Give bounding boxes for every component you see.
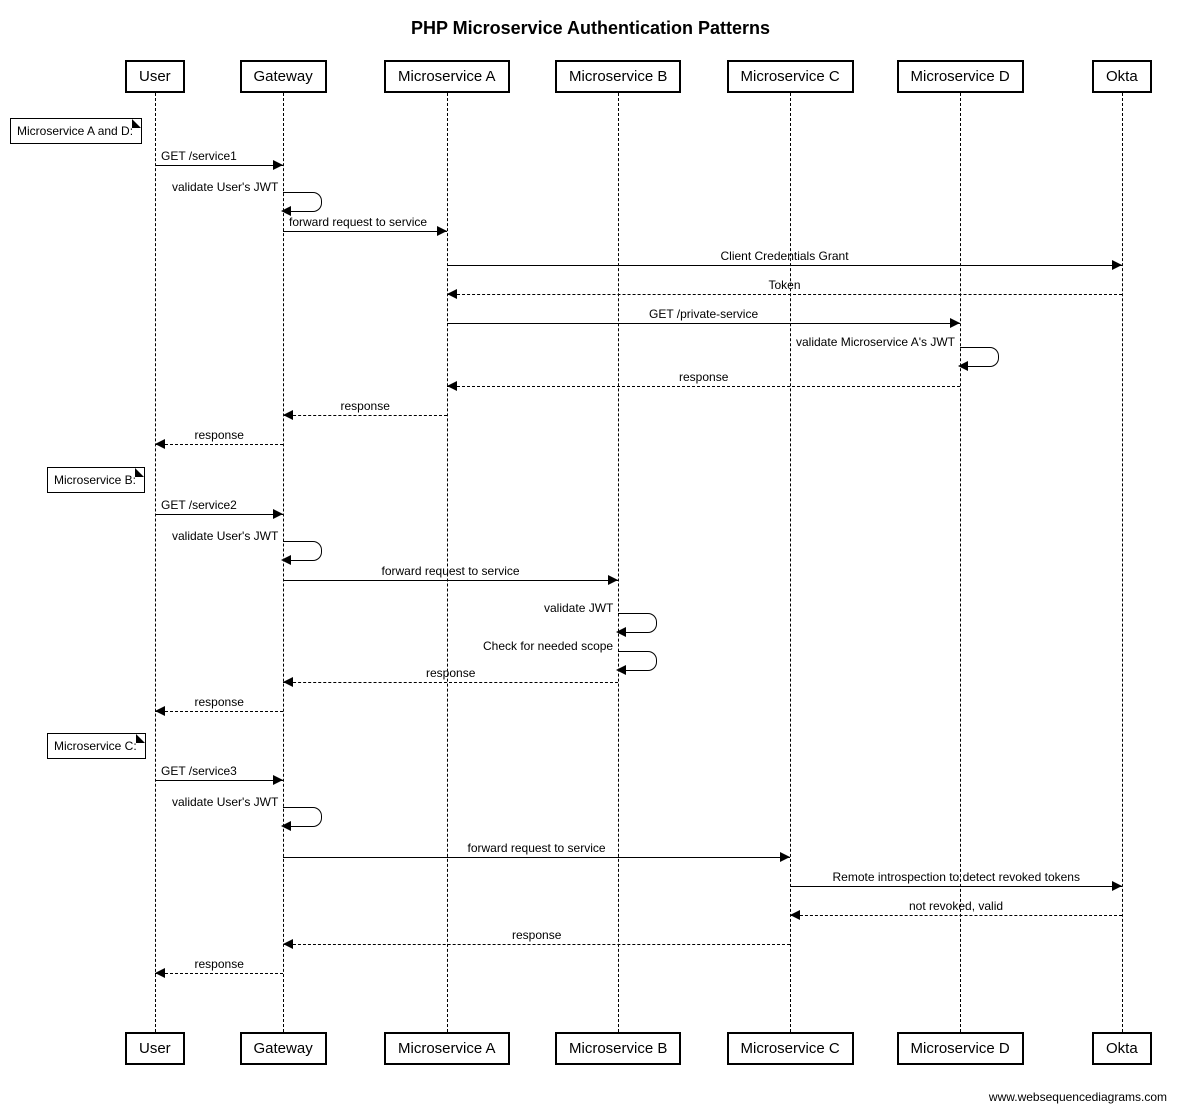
- m20: [283, 857, 790, 858]
- m3: [283, 231, 447, 232]
- diagram-title: PHP Microservice Authentication Patterns: [0, 18, 1181, 39]
- m13: [283, 580, 618, 581]
- actor-msc: Microservice C: [727, 1032, 854, 1065]
- actor-msb: Microservice B: [555, 1032, 681, 1065]
- sequence-diagram: PHP Microservice Authentication Patterns…: [0, 0, 1181, 1114]
- actor-msd: Microservice D: [897, 60, 1024, 93]
- m1-label: GET /service1: [161, 149, 237, 163]
- m20-arrowhead: [780, 852, 790, 862]
- m23-label: response: [512, 928, 561, 942]
- actor-gateway: Gateway: [240, 60, 327, 93]
- lifeline-msd: [960, 93, 961, 1032]
- lifeline-user: [155, 93, 156, 1032]
- m22-label: not revoked, valid: [909, 899, 1003, 913]
- m17-arrowhead: [155, 706, 165, 716]
- m1-arrowhead: [273, 160, 283, 170]
- note_ad: Microservice A and D:: [10, 118, 142, 144]
- m12: [283, 541, 322, 561]
- m21-arrowhead: [1112, 881, 1122, 891]
- m9-label: response: [341, 399, 390, 413]
- m3-arrowhead: [437, 226, 447, 236]
- actor-user: User: [125, 1032, 185, 1065]
- m16: [283, 682, 618, 683]
- m8-arrowhead: [447, 381, 457, 391]
- m6-label: GET /private-service: [649, 307, 758, 321]
- m24: [155, 973, 283, 974]
- m10-label: response: [195, 428, 244, 442]
- actor-gateway: Gateway: [240, 1032, 327, 1065]
- m12-label: validate User's JWT: [172, 529, 278, 543]
- m14-label: validate JWT: [544, 601, 613, 615]
- m15: [618, 651, 657, 671]
- actor-msd: Microservice D: [897, 1032, 1024, 1065]
- m5-arrowhead: [447, 289, 457, 299]
- lifeline-msc: [790, 93, 791, 1032]
- m22-arrowhead: [790, 910, 800, 920]
- m21-label: Remote introspection to detect revoked t…: [833, 870, 1080, 884]
- m13-arrowhead: [608, 575, 618, 585]
- m19-label: validate User's JWT: [172, 795, 278, 809]
- m9: [283, 415, 447, 416]
- m8-label: response: [679, 370, 728, 384]
- m9-arrowhead: [283, 410, 293, 420]
- m6-arrowhead: [950, 318, 960, 328]
- m18-arrowhead: [273, 775, 283, 785]
- actor-okta: Okta: [1092, 60, 1152, 93]
- m4-arrowhead: [1112, 260, 1122, 270]
- note_c: Microservice C:: [47, 733, 146, 759]
- actor-msa: Microservice A: [384, 1032, 510, 1065]
- m4-label: Client Credentials Grant: [721, 249, 849, 263]
- m17: [155, 711, 283, 712]
- m15-label: Check for needed scope: [483, 639, 613, 653]
- m10: [155, 444, 283, 445]
- m24-label: response: [195, 957, 244, 971]
- actor-msa: Microservice A: [384, 60, 510, 93]
- m16-arrowhead: [283, 677, 293, 687]
- actor-msb: Microservice B: [555, 60, 681, 93]
- m21: [790, 886, 1122, 887]
- m10-arrowhead: [155, 439, 165, 449]
- m17-label: response: [195, 695, 244, 709]
- m19: [283, 807, 322, 827]
- m18-label: GET /service3: [161, 764, 237, 778]
- watermark: www.websequencediagrams.com: [989, 1090, 1167, 1104]
- m6: [447, 323, 960, 324]
- m1: [155, 165, 283, 166]
- m2: [283, 192, 322, 212]
- m7-label: validate Microservice A's JWT: [796, 335, 955, 349]
- m3-label: forward request to service: [289, 215, 427, 229]
- m16-label: response: [426, 666, 475, 680]
- actor-okta: Okta: [1092, 1032, 1152, 1065]
- m11: [155, 514, 283, 515]
- m11-arrowhead: [273, 509, 283, 519]
- m13-label: forward request to service: [382, 564, 520, 578]
- actor-user: User: [125, 60, 185, 93]
- m22: [790, 915, 1122, 916]
- lifeline-okta: [1122, 93, 1123, 1032]
- m7: [960, 347, 999, 367]
- m4: [447, 265, 1122, 266]
- m23-arrowhead: [283, 939, 293, 949]
- m18: [155, 780, 283, 781]
- m23: [283, 944, 790, 945]
- m8: [447, 386, 960, 387]
- m14: [618, 613, 657, 633]
- note_b: Microservice B:: [47, 467, 145, 493]
- lifeline-msa: [447, 93, 448, 1032]
- m20-label: forward request to service: [468, 841, 606, 855]
- m11-label: GET /service2: [161, 498, 237, 512]
- m2-label: validate User's JWT: [172, 180, 278, 194]
- m5: [447, 294, 1122, 295]
- m5-label: Token: [769, 278, 801, 292]
- lifeline-msb: [618, 93, 619, 1032]
- m24-arrowhead: [155, 968, 165, 978]
- actor-msc: Microservice C: [727, 60, 854, 93]
